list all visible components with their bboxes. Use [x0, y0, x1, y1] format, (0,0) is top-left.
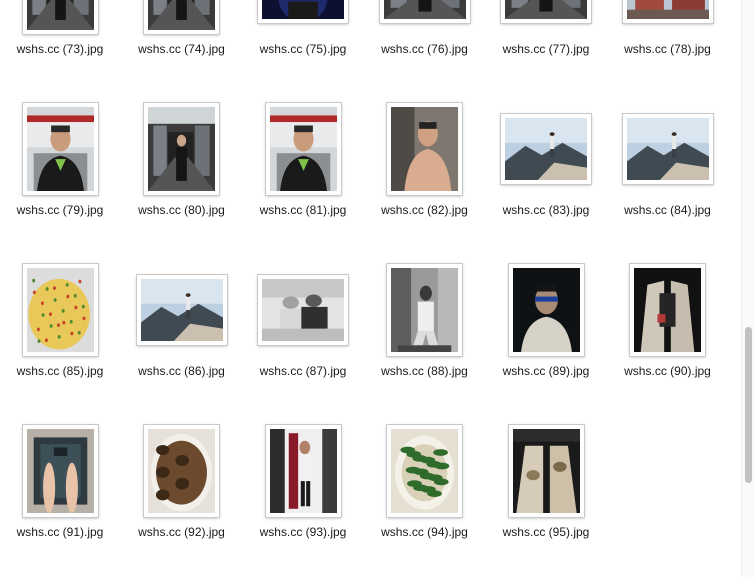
photo-thumbnail [262, 279, 344, 341]
file-thumbnail[interactable] [144, 425, 219, 517]
file-name-label[interactable]: wshs.cc (88).jpg [365, 364, 485, 378]
photo-thumbnail [391, 429, 458, 513]
photo-thumbnail [626, 118, 709, 180]
file-name-label[interactable]: wshs.cc (80).jpg [122, 203, 242, 217]
file-name-label[interactable]: wshs.cc (74).jpg [122, 42, 242, 56]
file-item[interactable]: wshs.cc (76).jpg [365, 0, 485, 68]
file-item[interactable]: wshs.cc (82).jpg [365, 99, 485, 229]
file-item[interactable]: wshs.cc (83).jpg [486, 99, 606, 229]
photo-thumbnail [26, 429, 94, 513]
file-thumbnail[interactable] [387, 425, 462, 517]
file-thumbnail[interactable] [258, 275, 348, 345]
photo-thumbnail [269, 429, 337, 513]
file-thumbnail[interactable] [508, 264, 584, 356]
file-item[interactable]: wshs.cc (87).jpg [243, 260, 363, 390]
file-item[interactable]: wshs.cc (95).jpg [486, 421, 606, 551]
file-name-label[interactable]: wshs.cc (93).jpg [243, 525, 363, 539]
file-thumbnail[interactable] [508, 425, 584, 517]
file-name-label[interactable]: wshs.cc (95).jpg [486, 525, 606, 539]
file-name-label[interactable]: wshs.cc (91).jpg [0, 525, 120, 539]
file-item[interactable]: wshs.cc (84).jpg [608, 99, 728, 229]
file-name-label[interactable]: wshs.cc (94).jpg [365, 525, 485, 539]
file-item[interactable]: wshs.cc (79).jpg [0, 99, 120, 229]
file-name-label[interactable]: wshs.cc (83).jpg [486, 203, 606, 217]
file-thumbnail[interactable] [622, 114, 713, 184]
file-name-label[interactable]: wshs.cc (75).jpg [243, 42, 363, 56]
file-thumbnail[interactable] [136, 275, 227, 345]
file-thumbnail[interactable] [144, 0, 219, 34]
file-item[interactable]: wshs.cc (91).jpg [0, 421, 120, 551]
photo-thumbnail [634, 268, 701, 352]
file-item[interactable]: wshs.cc (89).jpg [486, 260, 606, 390]
file-name-label[interactable]: wshs.cc (86).jpg [122, 364, 242, 378]
file-thumbnail[interactable] [258, 0, 348, 23]
photo-thumbnail [512, 429, 580, 513]
photo-thumbnail [391, 268, 458, 352]
file-name-label[interactable]: wshs.cc (87).jpg [243, 364, 363, 378]
file-item[interactable]: wshs.cc (77).jpg [486, 0, 606, 68]
photo-thumbnail [262, 0, 344, 19]
photo-thumbnail [26, 268, 94, 352]
scrollbar-thumb[interactable] [745, 327, 752, 483]
icon-grid: wshs.cc (73).jpg wshs.cc (74).jpg wshs.cc … [0, 0, 741, 577]
vertical-scrollbar[interactable] [741, 0, 755, 577]
file-name-label[interactable]: wshs.cc (73).jpg [0, 42, 120, 56]
file-item[interactable]: wshs.cc (74).jpg [122, 0, 242, 68]
file-name-label[interactable]: wshs.cc (90).jpg [608, 364, 728, 378]
photo-thumbnail [269, 107, 337, 191]
file-item[interactable]: wshs.cc (94).jpg [365, 421, 485, 551]
file-thumbnail[interactable] [387, 264, 462, 356]
file-name-label[interactable]: wshs.cc (89).jpg [486, 364, 606, 378]
file-name-label[interactable]: wshs.cc (92).jpg [122, 525, 242, 539]
file-thumbnail[interactable] [22, 103, 98, 195]
file-item[interactable]: wshs.cc (85).jpg [0, 260, 120, 390]
file-name-label[interactable]: wshs.cc (77).jpg [486, 42, 606, 56]
file-item[interactable]: wshs.cc (80).jpg [122, 99, 242, 229]
file-item[interactable]: wshs.cc (78).jpg [608, 0, 728, 68]
file-thumbnail[interactable] [144, 103, 219, 195]
file-thumbnail[interactable] [630, 264, 705, 356]
file-item[interactable]: wshs.cc (81).jpg [243, 99, 363, 229]
file-name-label[interactable]: wshs.cc (81).jpg [243, 203, 363, 217]
photo-thumbnail [140, 279, 223, 341]
photo-thumbnail [383, 0, 466, 19]
photo-thumbnail [391, 107, 458, 191]
photo-thumbnail [148, 0, 215, 30]
photo-thumbnail [26, 107, 94, 191]
photo-thumbnail [626, 0, 709, 19]
file-name-label[interactable]: wshs.cc (78).jpg [608, 42, 728, 56]
file-item[interactable]: wshs.cc (73).jpg [0, 0, 120, 68]
file-thumbnail[interactable] [22, 0, 98, 34]
file-item[interactable]: wshs.cc (75).jpg [243, 0, 363, 68]
file-name-label[interactable]: wshs.cc (82).jpg [365, 203, 485, 217]
photo-thumbnail [26, 0, 94, 30]
file-thumbnail[interactable] [265, 425, 341, 517]
file-item[interactable]: wshs.cc (90).jpg [608, 260, 728, 390]
file-thumbnail[interactable] [379, 0, 470, 23]
photo-thumbnail [505, 118, 587, 180]
file-thumbnail[interactable] [622, 0, 713, 23]
file-thumbnail[interactable] [22, 264, 98, 356]
photo-thumbnail [148, 429, 215, 513]
file-item[interactable]: wshs.cc (93).jpg [243, 421, 363, 551]
file-item[interactable]: wshs.cc (88).jpg [365, 260, 485, 390]
file-name-label[interactable]: wshs.cc (76).jpg [365, 42, 485, 56]
file-name-label[interactable]: wshs.cc (79).jpg [0, 203, 120, 217]
file-name-label[interactable]: wshs.cc (85).jpg [0, 364, 120, 378]
file-item[interactable]: wshs.cc (86).jpg [122, 260, 242, 390]
photo-thumbnail [512, 268, 580, 352]
file-name-label[interactable]: wshs.cc (84).jpg [608, 203, 728, 217]
file-thumbnail[interactable] [22, 425, 98, 517]
file-thumbnail[interactable] [501, 114, 591, 184]
photo-thumbnail [505, 0, 587, 19]
file-thumbnail[interactable] [265, 103, 341, 195]
file-thumbnail[interactable] [387, 103, 462, 195]
file-thumbnail[interactable] [501, 0, 591, 23]
photo-thumbnail [148, 107, 215, 191]
file-item[interactable]: wshs.cc (92).jpg [122, 421, 242, 551]
